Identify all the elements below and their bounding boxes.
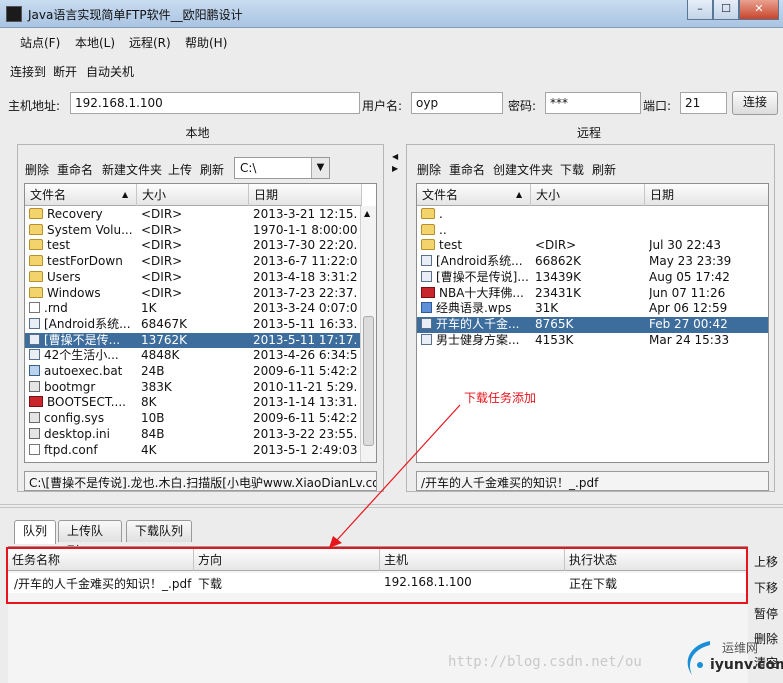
logo-top-text: 运维网 — [722, 641, 759, 655]
logo-bottom-text: iyunv.com — [710, 657, 783, 673]
annotation-arrow — [329, 404, 461, 548]
site-logo: 运维网 iyunv.com — [680, 635, 783, 681]
watermark-url: http://blog.csdn.net/ou — [448, 654, 642, 670]
